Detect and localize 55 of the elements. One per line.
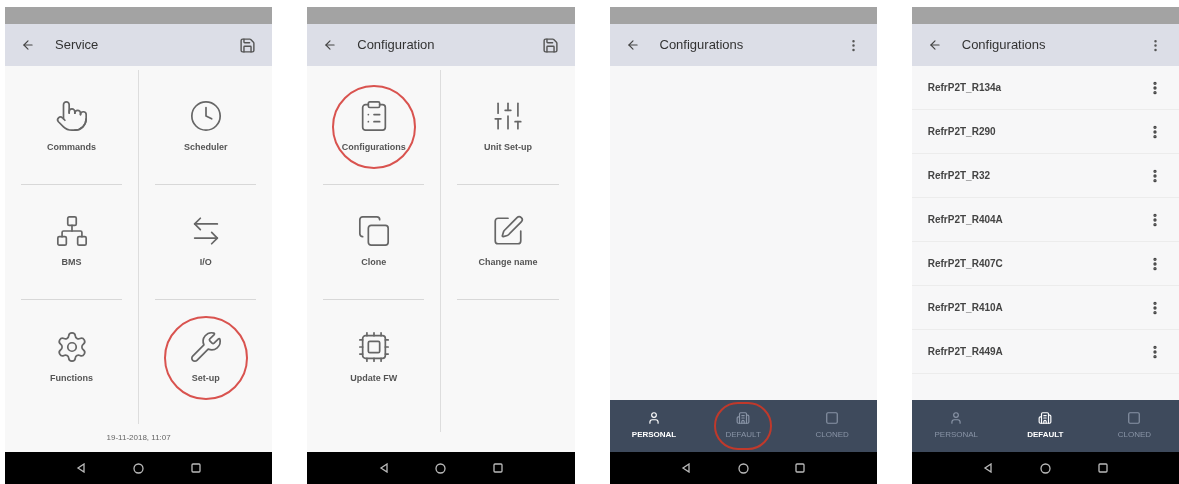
clock-icon bbox=[188, 99, 223, 134]
square-icon[interactable] bbox=[795, 463, 806, 473]
person-icon bbox=[949, 411, 964, 425]
tree-diagram-icon bbox=[54, 214, 89, 249]
back-icon[interactable] bbox=[625, 38, 640, 52]
back-triangle-icon[interactable] bbox=[76, 463, 87, 473]
hand-pointer-icon bbox=[54, 99, 89, 134]
menu-tile[interactable]: Functions bbox=[29, 315, 114, 400]
building-icon bbox=[736, 411, 751, 425]
back-triangle-icon[interactable] bbox=[983, 463, 994, 473]
square-icon bbox=[825, 411, 840, 425]
home-circle-icon[interactable] bbox=[1039, 462, 1051, 474]
back-icon[interactable] bbox=[21, 38, 35, 52]
stacked-windows-icon bbox=[356, 214, 391, 249]
list-item[interactable]: RefrP2T_R134a bbox=[911, 66, 1179, 110]
date-time: 19-11-2018, 11:07 bbox=[105, 432, 172, 444]
back-icon[interactable] bbox=[323, 38, 338, 52]
list-item[interactable]: RefrP2T_R290 bbox=[911, 110, 1179, 154]
menu-tile[interactable]: Change name bbox=[465, 200, 550, 284]
home-circle-icon[interactable] bbox=[133, 462, 145, 474]
menu-tile[interactable]: Scheduler bbox=[163, 85, 248, 169]
screen-title: Configurations bbox=[961, 36, 1047, 55]
screen-title: Configuration bbox=[357, 36, 436, 55]
person-icon bbox=[647, 411, 662, 425]
list-item[interactable]: RefrP2T_R32 bbox=[911, 154, 1179, 198]
tab[interactable]: PERSONAL bbox=[625, 402, 684, 450]
wrench-icon bbox=[188, 329, 223, 364]
square-icon[interactable] bbox=[493, 463, 504, 473]
chip-icon bbox=[356, 329, 391, 364]
home-circle-icon[interactable] bbox=[435, 462, 447, 474]
back-triangle-icon[interactable] bbox=[378, 463, 389, 473]
back-icon[interactable] bbox=[927, 38, 942, 52]
save-icon[interactable] bbox=[541, 36, 559, 54]
screen-title: Configurations bbox=[659, 36, 745, 55]
tab[interactable]: DEFAULT bbox=[1016, 402, 1075, 450]
list-item[interactable]: RefrP2T_R404A bbox=[911, 198, 1179, 242]
square-icon bbox=[1127, 411, 1142, 425]
back-triangle-icon[interactable] bbox=[680, 463, 691, 473]
list-item[interactable]: RefrP2T_R449A bbox=[911, 330, 1179, 374]
menu-tile[interactable]: Update FW bbox=[331, 315, 416, 400]
menu-tile[interactable]: Configurations bbox=[331, 85, 416, 169]
menu-tile[interactable]: Unit Set-up bbox=[465, 85, 550, 169]
list-item[interactable]: RefrP2T_R410A bbox=[911, 286, 1179, 330]
menu-tile[interactable]: Clone bbox=[331, 200, 416, 284]
list-item[interactable]: RefrP2T_R407C bbox=[911, 242, 1179, 286]
square-icon[interactable] bbox=[1097, 463, 1108, 473]
home-circle-icon[interactable] bbox=[737, 462, 749, 474]
menu-tile[interactable]: Set-up bbox=[163, 315, 248, 400]
menu-tile[interactable]: Commands bbox=[29, 85, 114, 169]
menu-tile[interactable]: I/O bbox=[163, 200, 248, 284]
square-icon[interactable] bbox=[190, 463, 201, 473]
menu-tile[interactable]: BMS bbox=[29, 200, 114, 284]
screen-title: Service bbox=[55, 36, 100, 55]
save-icon[interactable] bbox=[239, 36, 257, 54]
building-icon bbox=[1038, 411, 1053, 425]
